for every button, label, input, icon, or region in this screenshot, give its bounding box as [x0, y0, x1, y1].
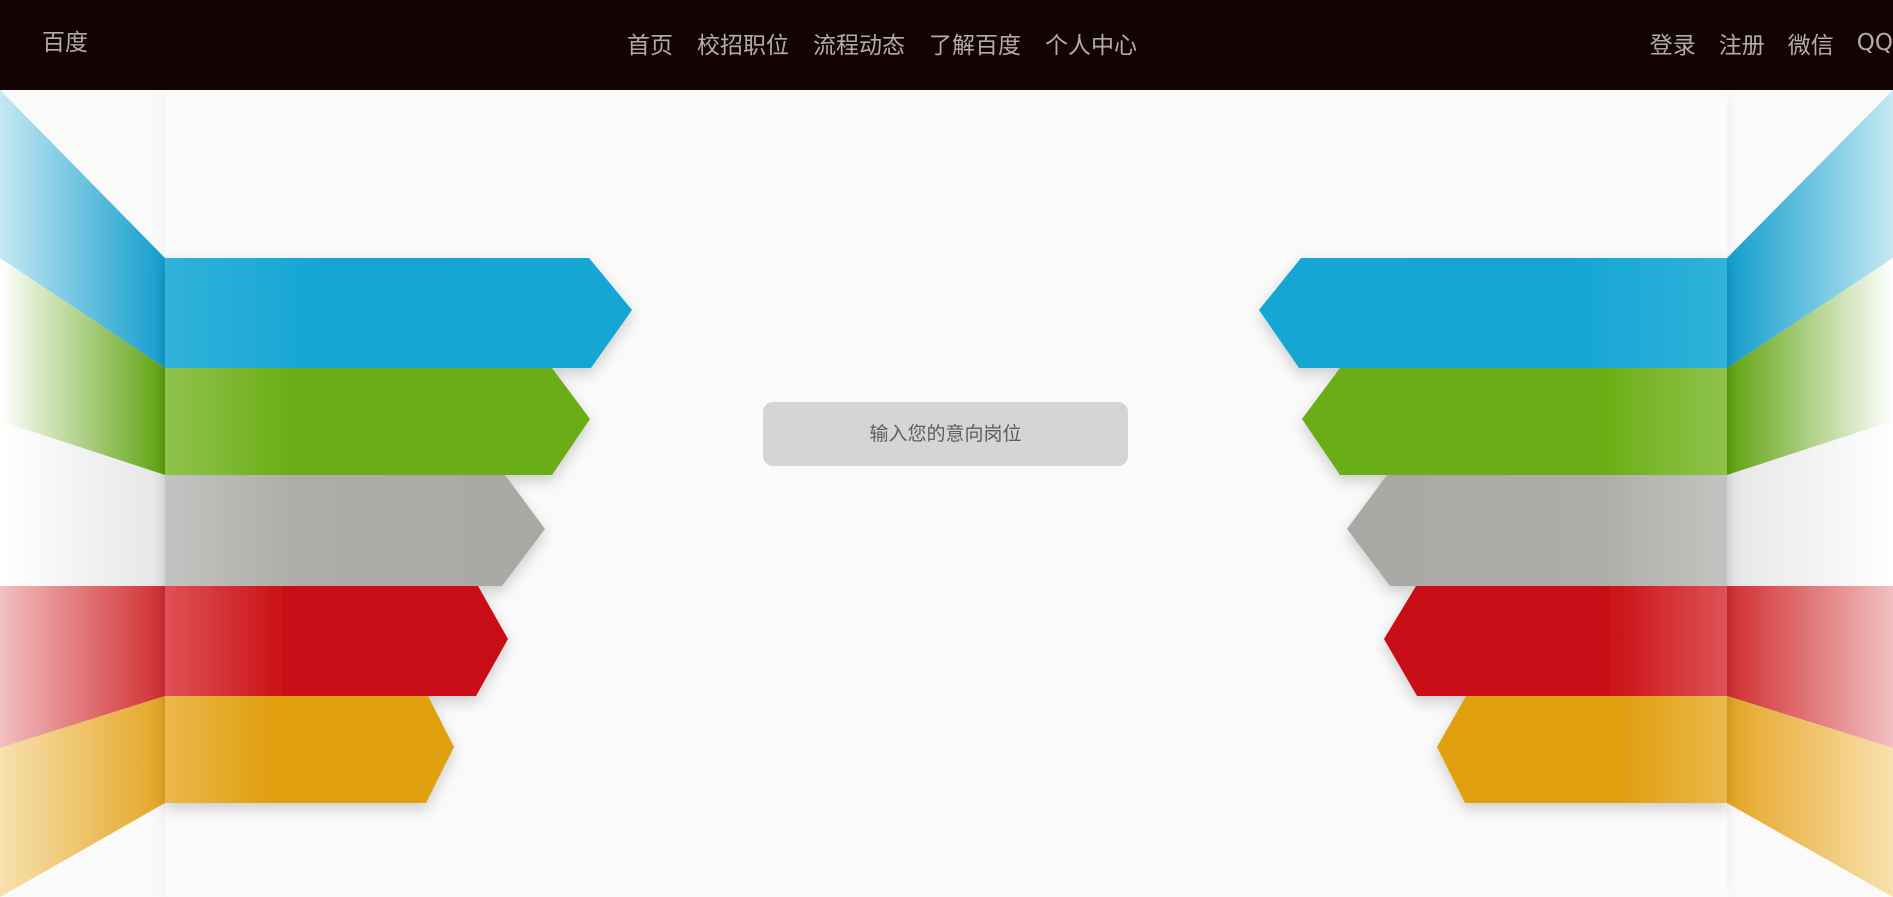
job-search-input[interactable]: [763, 402, 1128, 466]
nav-home-link[interactable]: 首页: [627, 26, 673, 60]
right-green-arrow: [1302, 368, 1727, 475]
right-orange-arrow: [1437, 696, 1727, 803]
right-ribbon-fan: [1727, 90, 1893, 897]
left-gray-arrow: [165, 475, 545, 586]
nav-about-link[interactable]: 了解百度: [929, 26, 1021, 60]
main-navigation: 首页 校招职位 流程动态 了解百度 个人中心: [627, 0, 1161, 86]
top-navigation-bar: 百度 首页 校招职位 流程动态 了解百度 个人中心 登录 注册 微信 QQ: [0, 0, 1893, 90]
brand-link[interactable]: 百度: [42, 0, 88, 86]
nav-process-news-link[interactable]: 流程动态: [813, 26, 905, 60]
account-navigation: 登录 注册 微信 QQ: [1627, 0, 1893, 86]
right-blue-arrow: [1259, 258, 1727, 368]
register-link[interactable]: 注册: [1719, 26, 1765, 60]
login-link[interactable]: 登录: [1650, 26, 1696, 60]
left-red-arrow: [165, 586, 508, 696]
qq-link[interactable]: QQ: [1857, 30, 1893, 56]
left-green-arrow: [165, 368, 590, 475]
nav-campus-jobs-link[interactable]: 校招职位: [697, 26, 789, 60]
left-arrow-bands: [165, 258, 632, 803]
left-ribbon-fan: [0, 90, 165, 897]
wechat-link[interactable]: 微信: [1788, 26, 1834, 60]
right-red-arrow: [1384, 586, 1727, 696]
left-blue-arrow: [165, 258, 632, 368]
left-orange-arrow: [165, 696, 454, 803]
right-arrow-bands: [1259, 258, 1727, 803]
page-stage: 百度 首页 校招职位 流程动态 了解百度 个人中心 登录 注册 微信 QQ: [0, 0, 1893, 897]
nav-personal-center-link[interactable]: 个人中心: [1045, 26, 1137, 60]
right-gray-arrow: [1347, 475, 1727, 586]
